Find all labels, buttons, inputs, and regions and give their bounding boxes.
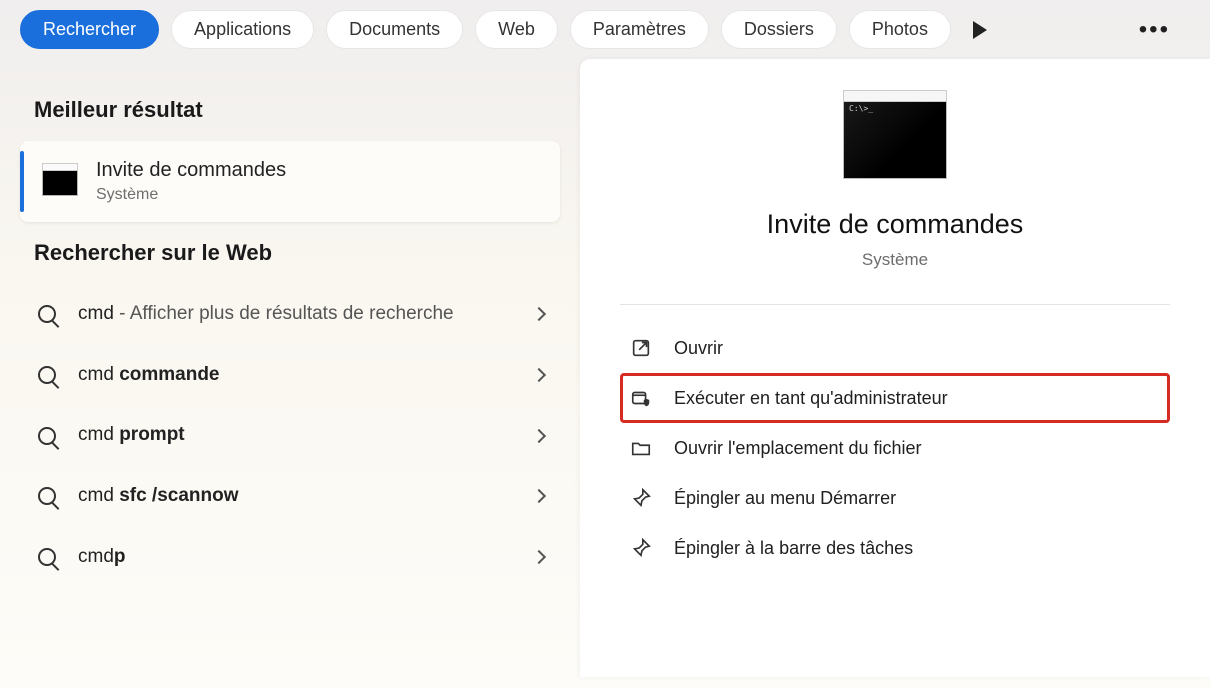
web-suggestion[interactable]: cmd - Afficher plus de résultats de rech… bbox=[20, 284, 560, 345]
filter-tabs: Rechercher Applications Documents Web Pa… bbox=[0, 0, 1210, 59]
search-icon bbox=[36, 425, 58, 447]
preview-title: Invite de commandes bbox=[620, 209, 1170, 240]
web-suggestion[interactable]: cmd sfc /scannow bbox=[20, 466, 560, 527]
action-pin-start[interactable]: Épingler au menu Démarrer bbox=[620, 473, 1170, 523]
tab-web[interactable]: Web bbox=[475, 10, 558, 49]
suggestion-text: cmdp bbox=[78, 545, 514, 570]
chevron-right-icon bbox=[532, 550, 546, 564]
preview-subtitle: Système bbox=[620, 250, 1170, 270]
results-pane: Meilleur résultat Invite de commandes Sy… bbox=[0, 59, 580, 677]
overflow-menu-button[interactable]: ••• bbox=[1119, 16, 1190, 44]
divider bbox=[620, 304, 1170, 305]
preview-pane: Invite de commandes Système Ouvrir Exécu… bbox=[580, 59, 1210, 677]
suggestion-text: cmd sfc /scannow bbox=[78, 484, 514, 509]
best-result-item[interactable]: Invite de commandes Système bbox=[20, 141, 560, 222]
pin-icon bbox=[630, 487, 652, 509]
tab-rechercher[interactable]: Rechercher bbox=[20, 10, 159, 49]
tab-dossiers[interactable]: Dossiers bbox=[721, 10, 837, 49]
best-result-text: Invite de commandes Système bbox=[96, 159, 286, 204]
folder-icon bbox=[630, 437, 652, 459]
more-tabs-button[interactable] bbox=[967, 15, 993, 45]
action-pin-taskbar[interactable]: Épingler à la barre des tâches bbox=[620, 523, 1170, 573]
cmd-icon bbox=[42, 168, 78, 196]
search-icon bbox=[36, 364, 58, 386]
action-open-location[interactable]: Ouvrir l'emplacement du fichier bbox=[620, 423, 1170, 473]
chevron-right-icon bbox=[532, 489, 546, 503]
best-result-title: Invite de commandes bbox=[96, 159, 286, 182]
tab-photos[interactable]: Photos bbox=[849, 10, 951, 49]
action-label: Ouvrir l'emplacement du fichier bbox=[674, 438, 922, 459]
chevron-right-icon bbox=[532, 368, 546, 382]
action-open[interactable]: Ouvrir bbox=[620, 323, 1170, 373]
tab-parametres[interactable]: Paramètres bbox=[570, 10, 709, 49]
action-label: Épingler à la barre des tâches bbox=[674, 538, 913, 559]
tab-applications[interactable]: Applications bbox=[171, 10, 314, 49]
web-suggestion[interactable]: cmdp bbox=[20, 527, 560, 588]
action-label: Épingler au menu Démarrer bbox=[674, 488, 896, 509]
search-icon bbox=[36, 485, 58, 507]
web-suggestion[interactable]: cmd prompt bbox=[20, 405, 560, 466]
action-run-as-admin[interactable]: Exécuter en tant qu'administrateur bbox=[620, 373, 1170, 423]
suggestion-text: cmd - Afficher plus de résultats de rech… bbox=[78, 302, 514, 327]
best-result-heading: Meilleur résultat bbox=[34, 97, 560, 123]
web-results-heading: Rechercher sur le Web bbox=[34, 240, 560, 266]
search-icon bbox=[36, 303, 58, 325]
action-label: Exécuter en tant qu'administrateur bbox=[674, 388, 948, 409]
search-icon bbox=[36, 546, 58, 568]
suggestion-text: cmd prompt bbox=[78, 423, 514, 448]
open-icon bbox=[630, 337, 652, 359]
suggestion-text: cmd commande bbox=[78, 363, 514, 388]
chevron-right-icon bbox=[532, 307, 546, 321]
pin-icon bbox=[630, 537, 652, 559]
chevron-right-icon bbox=[532, 429, 546, 443]
action-label: Ouvrir bbox=[674, 338, 723, 359]
tab-documents[interactable]: Documents bbox=[326, 10, 463, 49]
cmd-preview-icon bbox=[843, 99, 947, 179]
admin-shield-icon bbox=[630, 387, 652, 409]
best-result-subtitle: Système bbox=[96, 186, 286, 204]
web-suggestion[interactable]: cmd commande bbox=[20, 345, 560, 406]
